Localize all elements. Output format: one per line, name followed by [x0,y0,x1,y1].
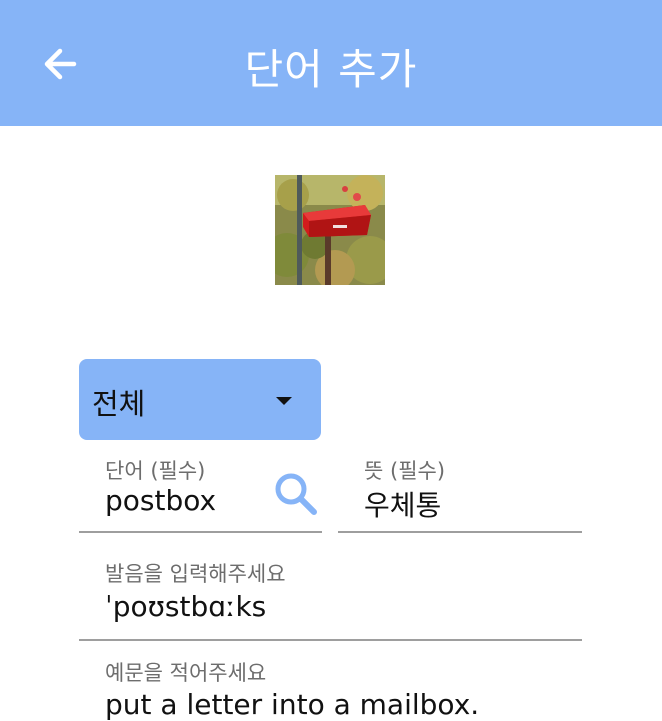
category-selected-value: 전체 [92,387,146,421]
example-field-label: 예문을 적어주세요 [105,661,267,685]
pronunciation-field-label: 발음을 입력해주세요 [105,562,286,586]
pronunciation-field-underline [79,639,582,641]
category-dropdown[interactable]: 전체 [79,359,321,440]
meaning-input[interactable]: 우체통 [364,484,441,524]
example-input[interactable]: put a letter into a mailbox. [105,688,479,721]
meaning-field-underline [338,531,582,533]
word-input[interactable]: postbox [105,484,216,517]
meaning-field-label: 뜻 (필수) [364,459,446,483]
pronunciation-field[interactable]: 발음을 입력해주세요 ˈpoʊstbɑːks [79,553,582,641]
caret-down-icon [275,391,293,410]
word-image[interactable] [275,175,385,285]
app-bar: 단어 추가 [0,0,662,126]
search-button[interactable] [272,470,320,522]
example-field[interactable]: 예문을 적어주세요 put a letter into a mailbox. [79,655,582,721]
meaning-field[interactable]: 뜻 (필수) 우체통 [338,450,582,533]
mailbox-photo [275,175,385,285]
word-field-label: 단어 (필수) [105,459,206,483]
page-title: 단어 추가 [244,45,418,94]
word-field-underline [79,531,322,533]
pronunciation-input[interactable]: ˈpoʊstbɑːks [105,590,266,623]
search-icon [272,473,320,522]
